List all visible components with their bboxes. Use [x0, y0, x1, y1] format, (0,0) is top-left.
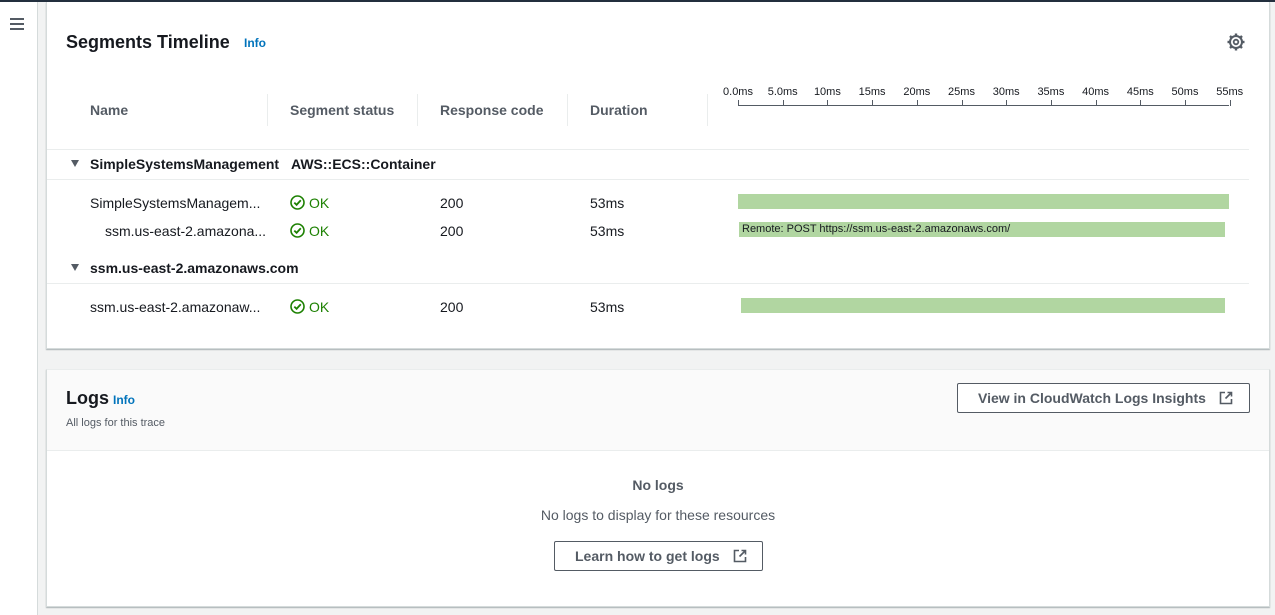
view-in-cloudwatch-label: View in CloudWatch Logs Insights — [978, 390, 1206, 406]
status-ok-icon — [290, 195, 305, 210]
empty-state-title: No logs — [632, 477, 684, 493]
segment-status: OK — [309, 223, 330, 239]
tick-label: 55ms — [1216, 86, 1244, 98]
logs-info-link[interactable]: Info — [113, 393, 135, 407]
tick-label: 50ms — [1171, 86, 1199, 98]
duration: 53ms — [590, 299, 625, 315]
segments-timeline-panel: Segments Timeline Info Name Segment stat… — [46, 2, 1270, 349]
column-header-segment-status[interactable]: Segment status — [290, 102, 394, 118]
tick-mark — [782, 100, 784, 106]
column-divider — [267, 94, 268, 126]
header-divider — [47, 149, 1249, 150]
tick-label: 20ms — [903, 86, 931, 98]
caret-down-icon[interactable] — [71, 264, 79, 271]
tick-label: 45ms — [1126, 86, 1154, 98]
segments-timeline-title: Segments Timeline — [66, 32, 230, 52]
segments-timeline-info-link[interactable]: Info — [244, 36, 266, 50]
external-link-icon — [733, 549, 747, 563]
tick-label: 30ms — [992, 86, 1020, 98]
group-name: ssm.us-east-2.amazonaws.com — [90, 260, 299, 276]
empty-state-text: No logs to display for these resources — [540, 507, 776, 523]
tick-mark — [916, 100, 918, 106]
column-divider — [417, 94, 418, 126]
segment-status: OK — [309, 299, 330, 315]
bar-label: Remote: POST https://ssm.us-east-2.amazo… — [742, 223, 1011, 235]
tick-label: 15ms — [858, 86, 886, 98]
learn-how-to-get-logs-button[interactable]: Learn how to get logs — [554, 541, 763, 571]
timeline-axis-line — [738, 105, 1229, 106]
column-header-response-code[interactable]: Response code — [440, 102, 543, 118]
tick-mark — [1229, 100, 1231, 106]
logs-subtitle: All logs for this trace — [66, 417, 166, 429]
tick-label: 35ms — [1037, 86, 1065, 98]
column-divider — [707, 94, 708, 126]
response-code: 200 — [440, 299, 464, 315]
caret-down-icon[interactable] — [71, 160, 79, 167]
tick-label: 10ms — [813, 86, 841, 98]
segment-name: ssm.us-east-2.amazonaw... — [90, 299, 261, 315]
logs-title: Logs — [66, 388, 109, 408]
side-navigation — [0, 2, 38, 615]
segment-status: OK — [309, 195, 330, 211]
tick-label: 40ms — [1082, 86, 1110, 98]
response-code: 200 — [440, 195, 464, 211]
tick-label: 25ms — [948, 86, 975, 98]
response-code: 200 — [440, 223, 464, 239]
tick-label: 0.0ms — [723, 86, 753, 98]
logs-panel: Logs Info All logs for this trace View i… — [46, 369, 1270, 607]
gear-icon[interactable] — [1227, 33, 1245, 51]
menu-icon[interactable] — [10, 17, 24, 31]
learn-how-label: Learn how to get logs — [575, 548, 720, 564]
timeline-bar[interactable] — [738, 194, 1229, 209]
tick-mark — [827, 100, 829, 106]
external-link-icon — [1219, 391, 1233, 405]
tick-mark — [1185, 100, 1186, 106]
status-ok-icon — [290, 299, 305, 314]
group-divider — [47, 283, 1249, 284]
timeline-bar[interactable]: Remote: POST https://ssm.us-east-2.amazo… — [739, 222, 1225, 237]
duration: 53ms — [590, 195, 625, 211]
column-header-name[interactable]: Name — [90, 102, 128, 118]
tick-mark — [1140, 100, 1142, 106]
duration: 53ms — [590, 223, 625, 239]
view-in-cloudwatch-button[interactable]: View in CloudWatch Logs Insights — [957, 383, 1250, 413]
status-ok-icon — [290, 223, 305, 238]
segment-name: SimpleSystemsManagem... — [90, 195, 261, 211]
column-header-duration[interactable]: Duration — [590, 102, 648, 118]
tick-label: 5.0ms — [767, 86, 798, 98]
column-divider — [567, 94, 568, 126]
tick-mark — [872, 100, 874, 106]
timeline-bar[interactable] — [741, 298, 1225, 313]
group-name: SimpleSystemsManagement — [90, 156, 280, 172]
tick-mark — [1006, 100, 1008, 106]
tick-mark — [1095, 100, 1097, 106]
segment-name: ssm.us-east-2.amazona... — [105, 223, 267, 239]
tick-mark — [1050, 100, 1052, 106]
group-divider — [47, 179, 1249, 180]
tick-mark — [738, 100, 739, 106]
group-type: AWS::ECS::Container — [291, 156, 436, 172]
tick-mark — [961, 100, 963, 106]
